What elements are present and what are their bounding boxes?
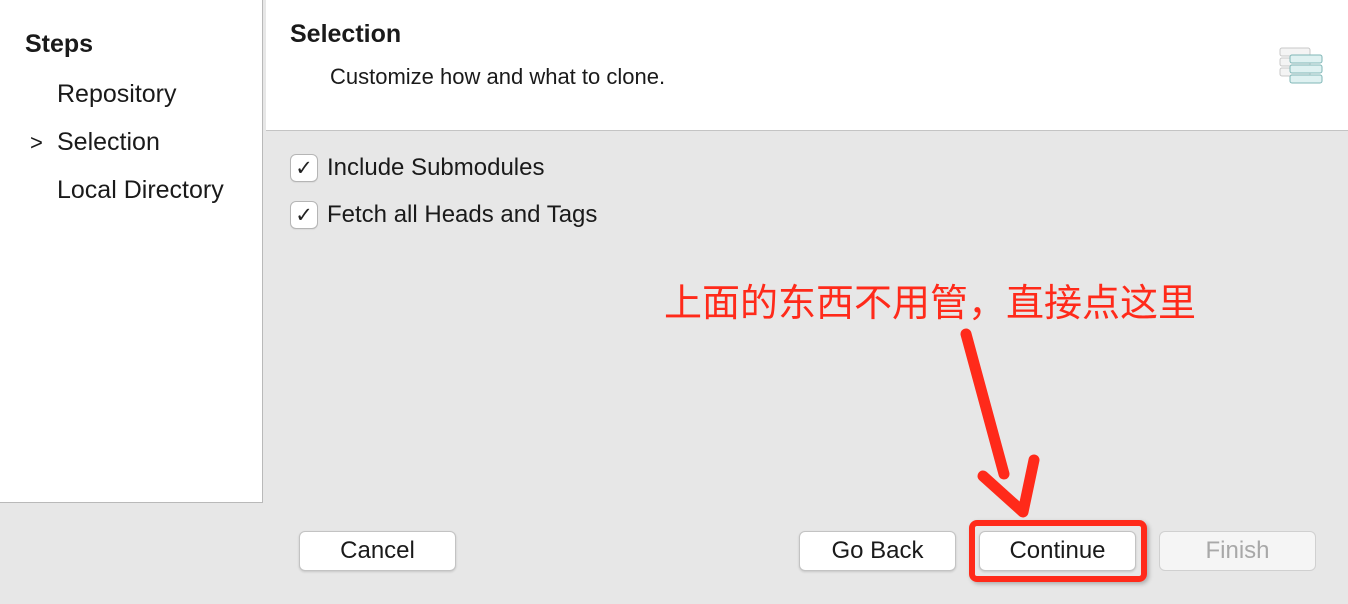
step-selection: Selection — [57, 128, 160, 156]
go-back-button[interactable]: Go Back — [799, 531, 956, 571]
page-header: Selection Customize how and what to clon… — [266, 0, 1348, 131]
step-local-directory: Local Directory — [57, 176, 224, 204]
step-repository: Repository — [57, 80, 177, 108]
include-submodules-checkbox[interactable]: ✓ — [290, 154, 318, 182]
finish-button: Finish — [1159, 531, 1316, 571]
include-submodules-label: Include Submodules — [327, 154, 545, 181]
steps-sidebar: Steps Repository > Selection Local Direc… — [0, 0, 263, 503]
continue-button[interactable]: Continue — [979, 531, 1136, 571]
wizard-banner-icon — [1279, 47, 1323, 84]
fetch-all-heads-and-tags-option[interactable]: ✓ Fetch all Heads and Tags — [290, 200, 597, 230]
fetch-all-heads-and-tags-checkbox[interactable]: ✓ — [290, 201, 318, 229]
cancel-button[interactable]: Cancel — [299, 531, 456, 571]
current-step-chevron-icon: > — [30, 130, 43, 155]
page-description: Customize how and what to clone. — [330, 64, 666, 89]
fetch-all-heads-and-tags-label: Fetch all Heads and Tags — [327, 201, 598, 228]
include-submodules-option[interactable]: ✓ Include Submodules — [290, 153, 544, 183]
page-title: Selection — [290, 20, 402, 48]
annotation-instruction-text: 上面的东西不用管，直接点这里 — [664, 281, 1197, 325]
steps-title: Steps — [25, 30, 94, 58]
